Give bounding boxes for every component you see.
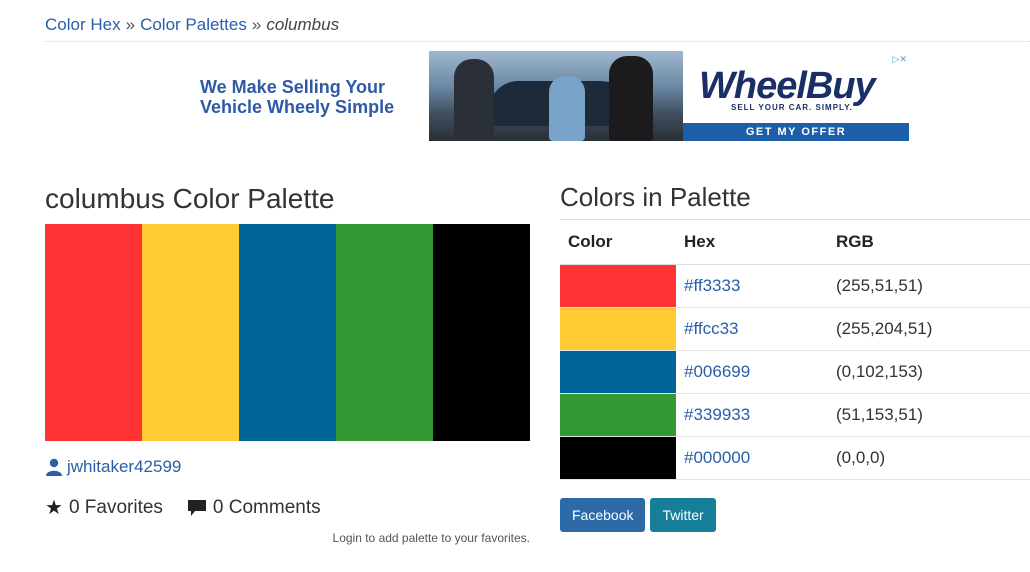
color-swatch[interactable]	[560, 264, 676, 307]
rgb-value: (255,204,51)	[836, 307, 1030, 351]
hex-link[interactable]: #339933	[684, 405, 750, 424]
palette-title: columbus Color Palette	[45, 183, 335, 214]
breadcrumb-current: columbus	[266, 15, 340, 34]
ad-brand-wordmark: WheelBuy	[699, 65, 876, 107]
rgb-value: (0,102,153)	[836, 350, 1030, 394]
colors-table: Color Hex RGB #ff3333 (255,51,51) #ffcc3…	[560, 220, 1030, 480]
ad-tagline: SELL YOUR CAR. SIMPLY.	[731, 103, 853, 112]
table-row: #ffcc33 (255,204,51)	[560, 307, 1030, 351]
ad-logo[interactable]: WheelBuy SELL YOUR CAR. SIMPLY. ▷✕	[683, 51, 909, 123]
color-swatch[interactable]	[560, 393, 676, 436]
palette-swatch[interactable]	[142, 224, 239, 441]
user-icon	[45, 458, 63, 476]
palette-swatch[interactable]	[239, 224, 336, 441]
color-swatch[interactable]	[560, 436, 676, 479]
colors-section: Colors in Palette Color Hex RGB #ff3333 …	[560, 180, 1030, 532]
breadcrumb-palettes-link[interactable]: Color Palettes	[140, 15, 247, 34]
column-header-hex: Hex	[676, 220, 836, 265]
rgb-value: (51,153,51)	[836, 393, 1030, 437]
author-link[interactable]: jwhitaker42599	[67, 457, 181, 477]
ad-photo-person	[454, 59, 494, 141]
palette-section: columbus Color Palette jwhitaker42599 ★ …	[45, 180, 530, 545]
ad-choices-icon[interactable]: ▷✕	[883, 53, 907, 65]
share-buttons: Facebook Twitter	[560, 498, 716, 532]
ad-photo-person	[549, 76, 585, 141]
star-icon[interactable]: ★	[45, 495, 63, 520]
palette-swatch[interactable]	[45, 224, 142, 441]
palette-swatches	[45, 224, 530, 441]
table-header-row: Color Hex RGB	[560, 220, 1030, 265]
comment-icon[interactable]	[187, 499, 207, 517]
twitter-share-button[interactable]: Twitter	[650, 498, 716, 532]
breadcrumb: Color Hex» Color Palettes» columbus	[45, 14, 1030, 42]
advertisement-banner[interactable]: We Make Selling Your Vehicle Wheely Simp…	[200, 51, 909, 141]
comments-count: 0 Comments	[212, 496, 321, 518]
ad-cta-button[interactable]: GET MY OFFER	[683, 123, 909, 141]
column-header-color: Color	[560, 220, 676, 265]
colors-title: Colors in Palette	[560, 180, 1030, 220]
facebook-share-button[interactable]: Facebook	[560, 498, 646, 532]
hex-link[interactable]: #000000	[684, 448, 750, 467]
palette-swatch[interactable]	[336, 224, 433, 441]
table-row: #006699 (0,102,153)	[560, 350, 1030, 394]
favorites-count: 0 Favorites	[68, 496, 163, 518]
table-row: #ff3333 (255,51,51)	[560, 264, 1030, 308]
hex-link[interactable]: #ffcc33	[684, 319, 739, 338]
ad-photo-person	[609, 56, 653, 141]
login-note: Login to add palette to your favorites.	[332, 531, 530, 545]
color-swatch[interactable]	[560, 307, 676, 350]
rgb-value: (0,0,0)	[836, 436, 1030, 480]
breadcrumb-separator: »	[251, 15, 262, 34]
ad-headline[interactable]: We Make Selling Your Vehicle Wheely Simp…	[200, 77, 425, 117]
palette-stats: ★ 0 Favorites 0 Comments	[45, 495, 321, 520]
breadcrumb-separator: »	[125, 15, 136, 34]
column-header-rgb: RGB	[836, 220, 1030, 265]
hex-link[interactable]: #ff3333	[684, 276, 740, 295]
palette-author: jwhitaker42599	[45, 457, 181, 477]
breadcrumb-home-link[interactable]: Color Hex	[45, 15, 121, 34]
palette-swatch[interactable]	[433, 224, 530, 441]
ad-photo[interactable]	[429, 51, 683, 141]
table-row: #000000 (0,0,0)	[560, 436, 1030, 480]
rgb-value: (255,51,51)	[836, 264, 1030, 308]
table-row: #339933 (51,153,51)	[560, 393, 1030, 437]
color-swatch[interactable]	[560, 350, 676, 393]
hex-link[interactable]: #006699	[684, 362, 750, 381]
